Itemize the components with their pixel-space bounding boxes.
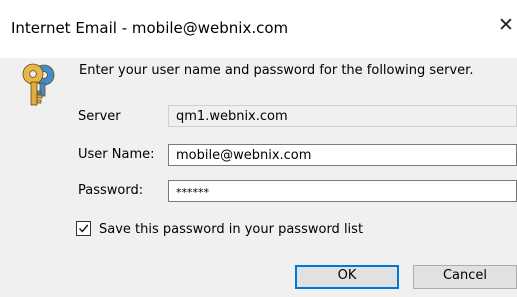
username-label: User Name: xyxy=(78,147,155,162)
keys-icon xyxy=(22,63,55,106)
save-password-label[interactable]: Save this password in your password list xyxy=(99,222,363,237)
server-field xyxy=(168,105,517,127)
title-bar: Internet Email - mobile@webnix.com ✕ xyxy=(0,0,517,58)
password-label: Password: xyxy=(78,183,144,198)
save-password-checkbox[interactable] xyxy=(76,221,91,236)
close-icon[interactable]: ✕ xyxy=(497,15,515,35)
username-field[interactable] xyxy=(168,144,517,166)
cancel-button[interactable]: Cancel xyxy=(413,265,517,289)
prompt-text: Enter your user name and password for th… xyxy=(79,63,474,78)
ok-button[interactable]: OK xyxy=(295,265,399,289)
password-field[interactable] xyxy=(168,180,517,202)
window-title: Internet Email - mobile@webnix.com xyxy=(11,19,289,37)
credentials-dialog: Internet Email - mobile@webnix.com ✕ Ent… xyxy=(0,0,517,297)
server-label: Server xyxy=(78,109,121,124)
checkmark-icon xyxy=(78,224,89,233)
